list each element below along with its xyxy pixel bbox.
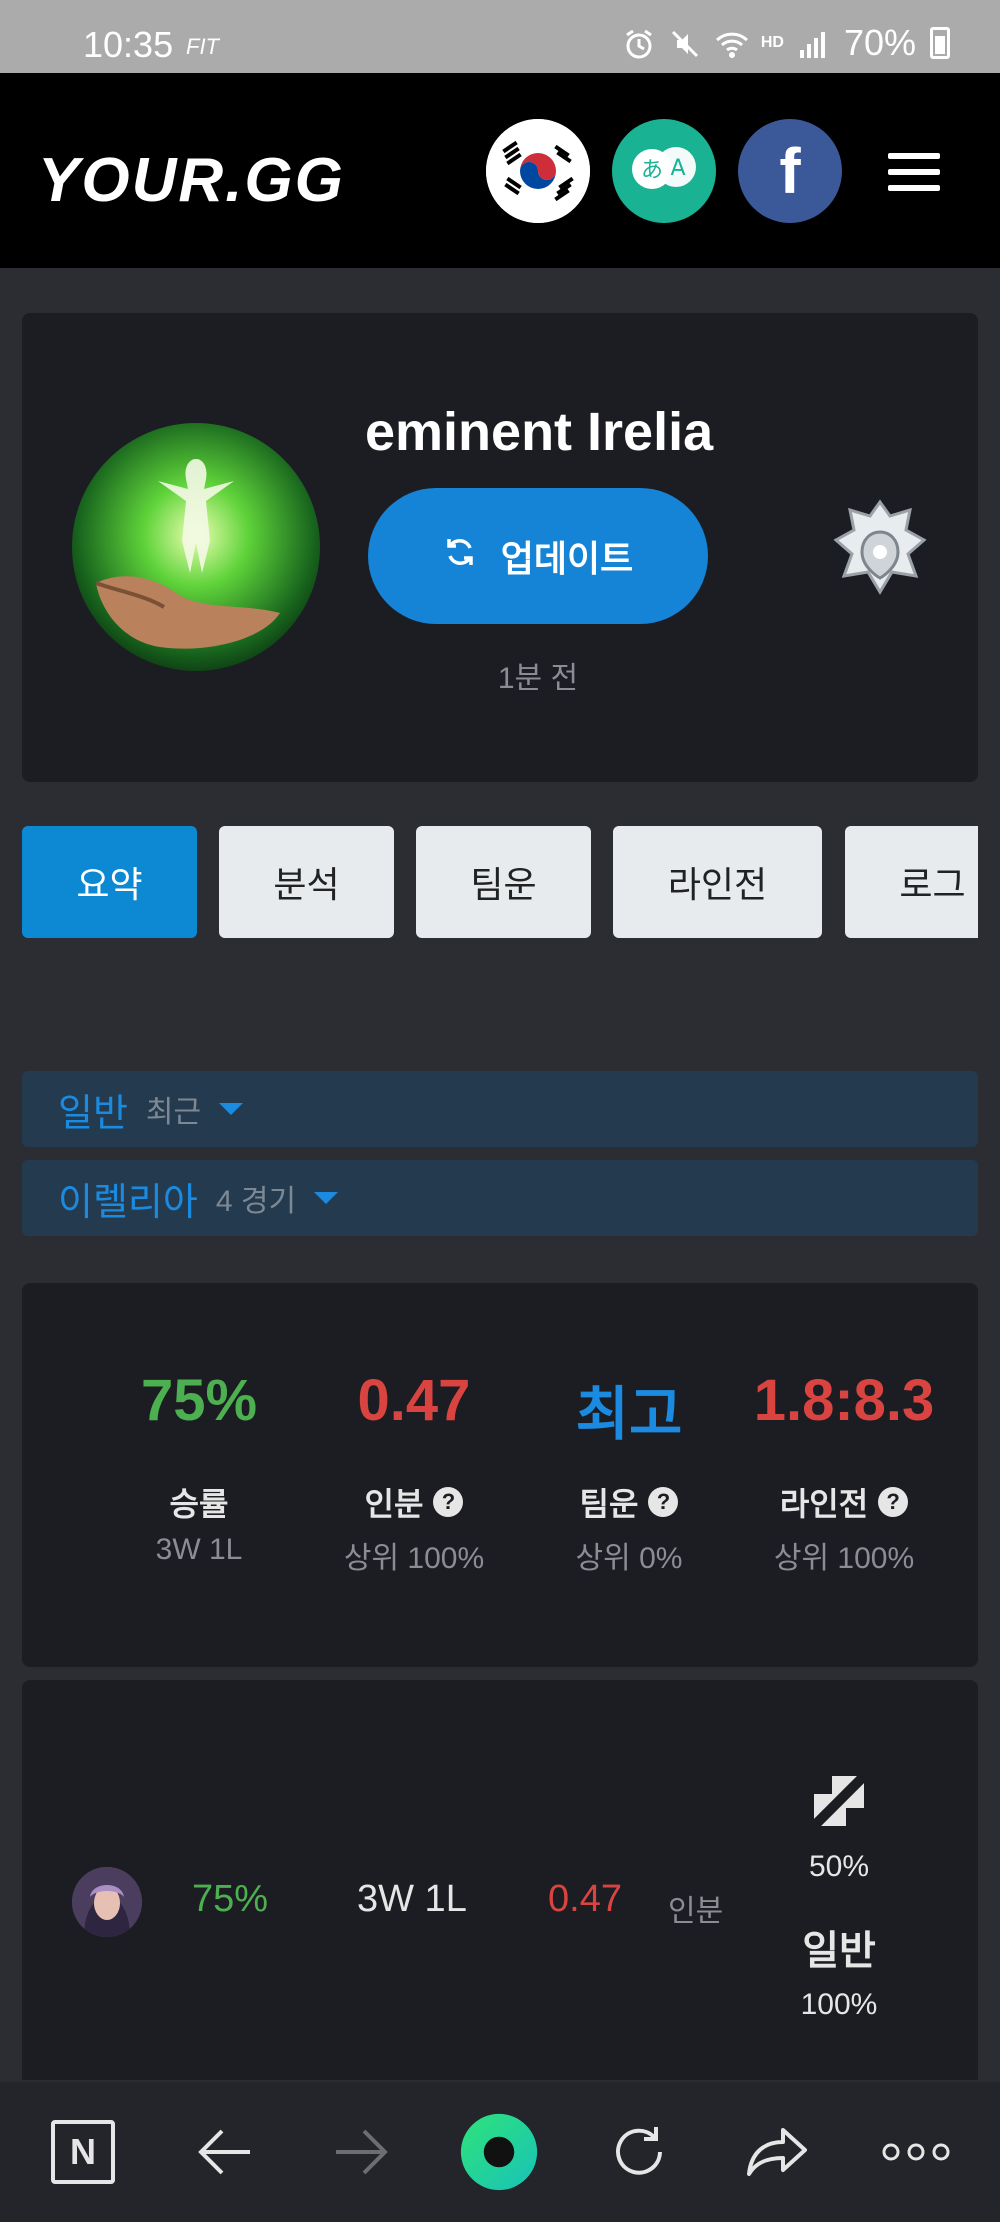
refresh-icon (443, 535, 477, 578)
stat-sub: 상위 100% (773, 1542, 915, 1575)
battery-icon (930, 27, 950, 59)
mode-percent: 100% (800, 1988, 878, 2021)
mode-filter-sub: 최근 (145, 1096, 202, 1129)
tab-analysis[interactable]: 분석 (219, 826, 394, 938)
profile-avatar (72, 423, 320, 671)
translate-glyph-ja: あ (641, 158, 663, 183)
fit-label: FIT (186, 34, 219, 59)
tab-summary[interactable]: 요약 (22, 826, 197, 938)
stat-value: 75% (140, 1368, 258, 1433)
more-options-icon[interactable] (876, 2112, 956, 2192)
tab-laning[interactable]: 라인전 (613, 826, 822, 938)
tab-bar: 요약 분석 팀운 라인전 로그 (22, 826, 978, 938)
translate-icon[interactable]: あ A (612, 119, 716, 223)
refresh-icon[interactable] (599, 2112, 679, 2192)
champion-score: 0.47 (548, 1878, 622, 1920)
facebook-icon[interactable]: f (738, 119, 842, 223)
last-updated: 1분 전 (497, 662, 579, 695)
back-arrow-icon[interactable] (184, 2112, 264, 2192)
korea-flag-icon[interactable] (486, 119, 590, 223)
position-icon (810, 1772, 868, 1830)
clock: 10:35 (83, 24, 174, 65)
help-icon[interactable]: ? (878, 1487, 909, 1517)
mode-label: 일반 (802, 1929, 876, 1973)
mode-filter-dropdown[interactable]: 일반 최근 (22, 1071, 978, 1147)
update-label: 업데이트 (500, 538, 634, 579)
champion-winrate: 75% (192, 1878, 269, 1920)
profile-card: eminent Irelia 업데이트 1분 전 (22, 313, 978, 782)
green-dot-icon[interactable] (459, 2112, 539, 2192)
stat-label: 승률 (169, 1486, 229, 1522)
stat-value: 0.47 (357, 1368, 471, 1433)
stat-label: 팀운? (519, 1479, 739, 1525)
hamburger-menu-icon[interactable] (888, 153, 944, 193)
champion-filter-dropdown[interactable]: 이렐리아 4 경기 (22, 1160, 978, 1236)
champion-record: 3W 1L (357, 1878, 467, 1920)
battery-percent: 70% (843, 22, 916, 63)
stat-label: 인분? (304, 1479, 524, 1525)
forward-arrow-icon[interactable] (322, 2112, 402, 2192)
champion-filter-label: 이렐리아 (58, 1181, 198, 1224)
naver-n-label: N (51, 2120, 115, 2184)
translate-glyph-en: A (670, 156, 685, 181)
champion-avatar (72, 1867, 142, 1937)
chevron-down-icon (219, 1103, 244, 1115)
status-bar: 10:35 FIT HD 70% (0, 0, 1000, 73)
champion-score-label: 인분 (668, 1895, 724, 1928)
update-button[interactable]: 업데이트 (368, 488, 708, 624)
tab-log[interactable]: 로그 (845, 826, 978, 938)
hd-voice-label: HD (760, 34, 784, 51)
signal-icon (798, 27, 830, 59)
app-header: YOUR.GG あ A f (0, 73, 1000, 268)
champion-filter-sub: 4 경기 (215, 1185, 297, 1218)
alarm-icon (623, 27, 655, 59)
wifi-icon (715, 27, 748, 59)
stat-label: 라인전? (734, 1479, 954, 1525)
help-icon[interactable]: ? (433, 1487, 464, 1517)
site-logo[interactable]: YOUR.GG (38, 145, 345, 216)
champion-row-card[interactable]: 75% 3W 1L 0.47 인분 50% 일반 100% (22, 1680, 978, 2080)
stat-value: 최고 (575, 1382, 683, 1447)
naver-home-icon[interactable]: N (43, 2112, 123, 2192)
help-icon[interactable]: ? (648, 1487, 679, 1517)
stat-sub: 3W 1L (155, 1533, 243, 1566)
browser-nav-bar: N (0, 2082, 1000, 2222)
tab-team-luck[interactable]: 팀운 (416, 826, 591, 938)
mute-icon (669, 27, 701, 59)
stat-value: 1.8:8.3 (753, 1368, 935, 1433)
stat-sub: 상위 0% (575, 1542, 683, 1575)
stats-card: 75% 승률 3W 1L 0.47 인분? 상위 100% 최고 팀운? 상위 … (22, 1283, 978, 1667)
position-percent: 50% (808, 1850, 870, 1883)
chevron-down-icon (314, 1192, 339, 1204)
stat-sub: 상위 100% (343, 1542, 485, 1575)
rank-emblem-icon (830, 498, 930, 613)
summoner-name: eminent Irelia (365, 402, 714, 462)
mode-filter-label: 일반 (58, 1092, 128, 1135)
share-icon[interactable] (738, 2112, 818, 2192)
